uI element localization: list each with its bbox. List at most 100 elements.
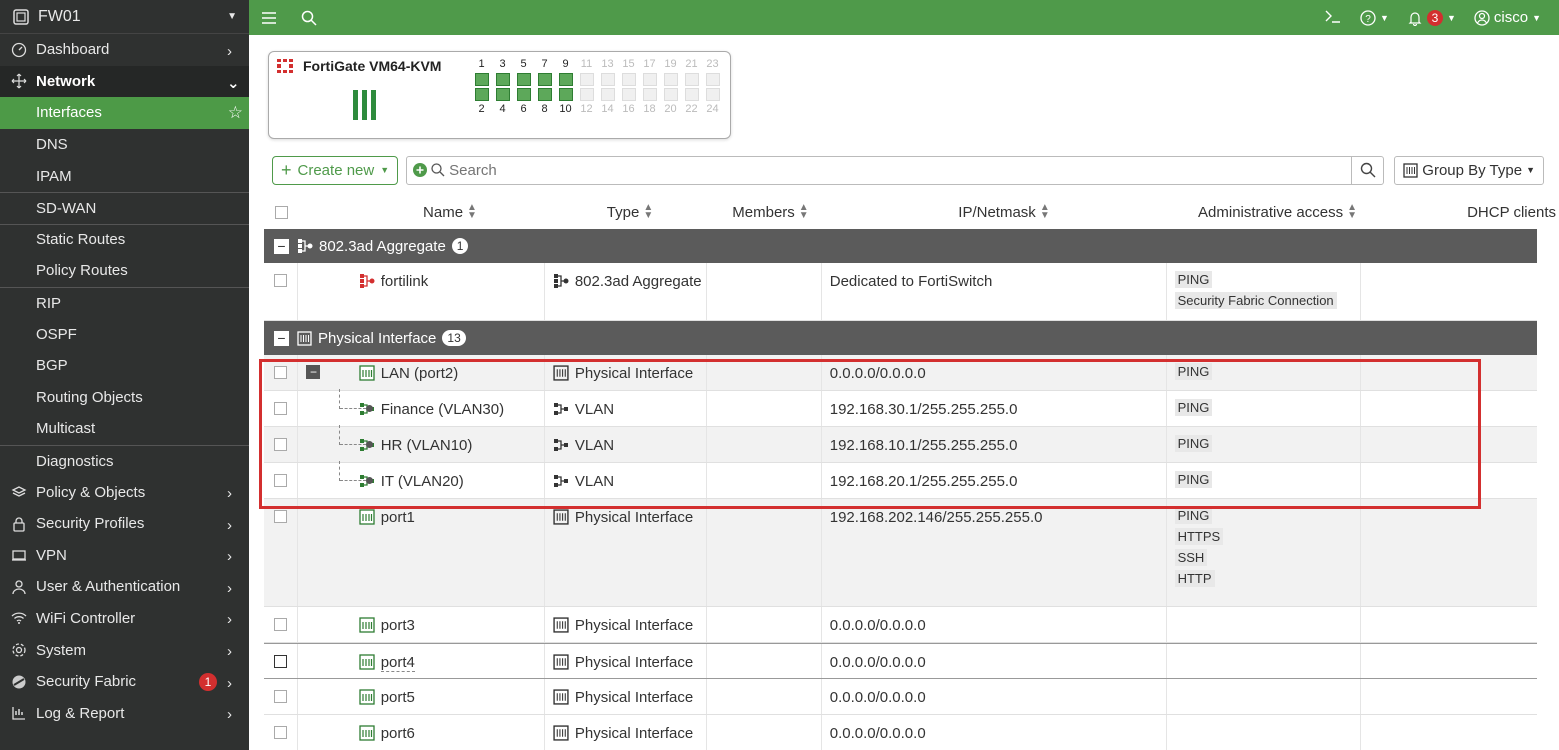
- sidebar-item-dns[interactable]: DNS: [0, 129, 249, 161]
- port-18[interactable]: [639, 88, 660, 101]
- port-2[interactable]: [471, 88, 492, 101]
- sidebar-item-ospf[interactable]: OSPF: [0, 318, 249, 350]
- table-row-it-vlan20[interactable]: IT (VLAN20) VLAN 192.168.20.1/255.255.25…: [264, 461, 1537, 499]
- tree-connector: [339, 425, 341, 445]
- port-15[interactable]: [618, 73, 639, 86]
- select-all-checkbox[interactable]: [274, 205, 288, 219]
- table-row-port4[interactable]: port4 Physical Interface 0.0.0.0/0.0.0.0: [264, 643, 1537, 679]
- search-icon[interactable]: [289, 0, 329, 35]
- user-menu[interactable]: cisco ▼: [1474, 9, 1541, 26]
- group-count-badge: 1: [451, 238, 469, 254]
- sidebar-item-interfaces[interactable]: Interfaces ☆: [0, 97, 249, 129]
- create-new-button[interactable]: + Create new ▼: [272, 155, 399, 185]
- interface-name[interactable]: port4: [380, 654, 415, 672]
- sidebar-item-security-fabric[interactable]: Security Fabric 1 ›: [0, 666, 249, 698]
- port-19[interactable]: [660, 73, 681, 86]
- group-header-aggregate[interactable]: − 802.3ad Aggregate 1: [264, 229, 1537, 263]
- notifications-menu[interactable]: 3 ▼: [1407, 9, 1456, 26]
- sidebar-item-user-authentication[interactable]: User & Authentication ›: [0, 571, 249, 603]
- physical-port-icon: [359, 617, 375, 633]
- vlan-icon: [553, 439, 568, 451]
- port-1[interactable]: [471, 73, 492, 86]
- interface-name: port6: [380, 725, 415, 742]
- collapse-group-icon[interactable]: −: [274, 330, 289, 346]
- port-14[interactable]: [597, 88, 618, 101]
- row-checkbox[interactable]: [274, 726, 288, 739]
- port-16[interactable]: [618, 88, 639, 101]
- main-content: FortiGate VM64-KVM 1 3 5 7 9 11 13 15 17 19 21 23 2 4…: [249, 35, 1559, 750]
- sidebar-item-security-profiles[interactable]: Security Profiles ›: [0, 508, 249, 540]
- column-header-dhcp-clients[interactable]: DHCP clients: [1376, 204, 1556, 221]
- column-header-admin-access[interactable]: Administrative access ▲ ▼: [1179, 203, 1376, 221]
- sidebar-item-multicast[interactable]: Multicast: [0, 413, 249, 445]
- row-checkbox[interactable]: [274, 618, 288, 631]
- collapse-group-icon[interactable]: −: [274, 238, 289, 254]
- sidebar-item-ipam[interactable]: IPAM: [0, 160, 249, 192]
- port-10[interactable]: [555, 88, 576, 101]
- port-22[interactable]: [681, 88, 702, 101]
- port-grid: 1 3 5 7 9 11 13 15 17 19 21 23 2 4 6 8 10 12 14 16 18 20 22 24: [471, 58, 723, 116]
- port-11[interactable]: [576, 73, 597, 86]
- help-menu[interactable]: ? ▼: [1360, 9, 1389, 26]
- port-6[interactable]: [513, 88, 534, 101]
- table-row-port5[interactable]: port5 Physical Interface 0.0.0.0/0.0.0.0: [264, 679, 1537, 715]
- sidebar-item-policy-objects[interactable]: Policy & Objects ›: [0, 476, 249, 508]
- sidebar-item-routing-objects[interactable]: Routing Objects: [0, 382, 249, 414]
- sidebar-item-static-routes[interactable]: Static Routes: [0, 223, 249, 256]
- sidebar-item-vpn[interactable]: VPN ›: [0, 540, 249, 572]
- add-filter-icon[interactable]: [413, 163, 428, 177]
- row-checkbox[interactable]: [274, 366, 288, 379]
- device-selector[interactable]: FW01 ▼: [0, 0, 249, 34]
- port-8[interactable]: [534, 88, 555, 101]
- port-20[interactable]: [660, 88, 681, 101]
- port-4[interactable]: [492, 88, 513, 101]
- port-9[interactable]: [555, 73, 576, 86]
- sidebar-item-rip[interactable]: RIP: [0, 286, 249, 319]
- row-checkbox[interactable]: [274, 402, 288, 415]
- sidebar-item-wifi-controller[interactable]: WiFi Controller ›: [0, 603, 249, 635]
- sidebar-item-policy-routes[interactable]: Policy Routes: [0, 255, 249, 287]
- search-button[interactable]: [1351, 156, 1383, 184]
- table-row-port6[interactable]: port6 Physical Interface 0.0.0.0/0.0.0.0: [264, 715, 1537, 750]
- column-header-members[interactable]: Members ▲ ▼: [712, 203, 829, 221]
- port-24[interactable]: [702, 88, 723, 101]
- column-header-name[interactable]: Name ▲ ▼: [352, 203, 548, 221]
- port-12[interactable]: [576, 88, 597, 101]
- row-checkbox[interactable]: [274, 655, 288, 668]
- table-row-lan-port2[interactable]: − LAN (port2) Physical Interface 0.0.0.0…: [264, 355, 1537, 391]
- port-21[interactable]: [681, 73, 702, 86]
- port-3[interactable]: [492, 73, 513, 86]
- table-row-port3[interactable]: port3 Physical Interface 0.0.0.0/0.0.0.0: [264, 607, 1537, 643]
- sidebar-item-dashboard[interactable]: Dashboard ›: [0, 34, 249, 66]
- search-input[interactable]: [449, 161, 1352, 179]
- row-checkbox[interactable]: [274, 510, 288, 523]
- port-23[interactable]: [702, 73, 723, 86]
- port-17[interactable]: [639, 73, 660, 86]
- sidebar-item-log-report[interactable]: Log & Report ›: [0, 697, 249, 729]
- port-7[interactable]: [534, 73, 555, 86]
- sidebar-item-bgp[interactable]: BGP: [0, 350, 249, 382]
- column-header-type[interactable]: Type ▲ ▼: [548, 203, 712, 221]
- table-row-fortilink[interactable]: fortilink 802.3ad Aggregate Dedicated to…: [264, 263, 1537, 321]
- collapse-vlans-icon[interactable]: −: [306, 365, 321, 379]
- table-row-finance-vlan30[interactable]: Finance (VLAN30) VLAN 192.168.30.1/255.2…: [264, 389, 1537, 427]
- sidebar-item-network[interactable]: Network ⌄: [0, 65, 249, 98]
- row-checkbox[interactable]: [274, 274, 288, 287]
- sidebar-item-sd-wan[interactable]: SD-WAN: [0, 191, 249, 224]
- port-13[interactable]: [597, 73, 618, 86]
- sidebar-item-system[interactable]: System ›: [0, 634, 249, 666]
- access-tag: Security Fabric Connection: [1174, 292, 1337, 309]
- cli-console-icon[interactable]: [1324, 8, 1342, 28]
- star-icon[interactable]: ☆: [228, 103, 243, 123]
- group-by-dropdown[interactable]: Group By Type ▼: [1394, 155, 1544, 185]
- row-checkbox[interactable]: [274, 438, 288, 451]
- table-row-hr-vlan10[interactable]: HR (VLAN10) VLAN 192.168.10.1/255.255.25…: [264, 425, 1537, 463]
- sidebar-item-diagnostics[interactable]: Diagnostics: [0, 444, 249, 477]
- menu-icon[interactable]: [249, 0, 289, 35]
- column-header-ip[interactable]: IP/Netmask ▲ ▼: [829, 203, 1179, 221]
- port-5[interactable]: [513, 73, 534, 86]
- row-checkbox[interactable]: [274, 690, 288, 703]
- table-row-port1[interactable]: port1 Physical Interface 192.168.202.146…: [264, 499, 1537, 607]
- group-header-physical[interactable]: − Physical Interface 13: [264, 321, 1537, 355]
- row-checkbox[interactable]: [274, 474, 288, 487]
